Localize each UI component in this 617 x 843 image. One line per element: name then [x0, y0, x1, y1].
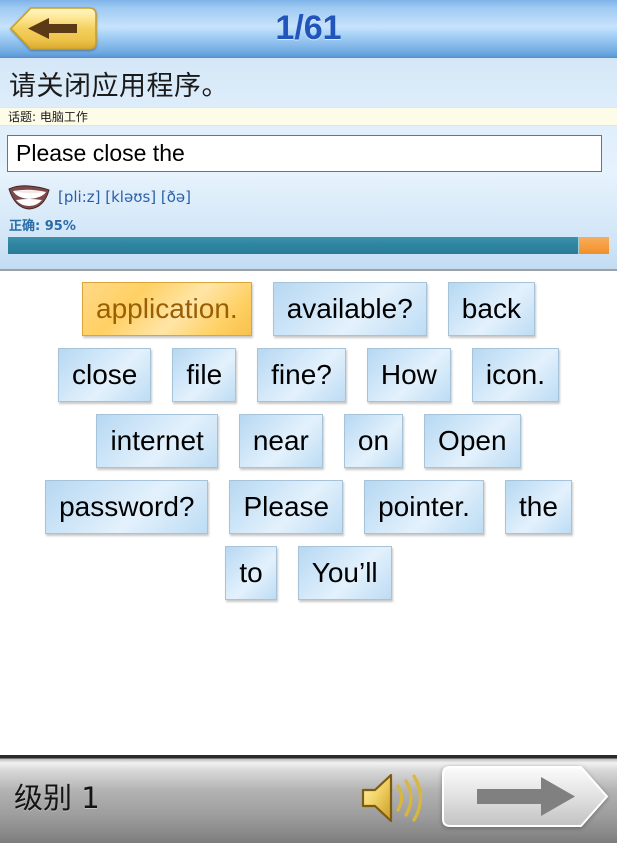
word-row: to You’ll — [0, 546, 617, 600]
word-row: application. available? back — [0, 282, 617, 336]
word-tile-label: application. — [96, 293, 238, 324]
accuracy-progress-bar — [8, 237, 609, 254]
word-tile[interactable]: file — [172, 348, 237, 402]
word-row: password? Please pointer. the — [0, 480, 617, 534]
word-tile[interactable]: Open — [424, 414, 521, 468]
word-tile[interactable]: close — [57, 348, 152, 402]
word-tile-label: icon. — [485, 359, 546, 390]
speaker-icon — [361, 773, 423, 823]
accuracy-progress-fill — [8, 237, 579, 254]
topic-bar: 话题: 电脑工作 — [0, 107, 617, 126]
word-tile-label: Open — [438, 425, 507, 456]
topic-label: 话题: 电脑工作 — [8, 110, 88, 124]
pronunciation-row: [pli:z] [kləʊs] [ðə] — [8, 183, 191, 211]
word-tile-label: to — [239, 557, 263, 588]
word-tile[interactable]: fine? — [257, 348, 346, 402]
word-tile-label: fine? — [271, 359, 332, 390]
ipa-transcription: [pli:z] [kləʊs] [ðə] — [58, 188, 192, 206]
word-row: close file fine? How icon. — [0, 348, 617, 402]
speaker-button[interactable] — [360, 770, 428, 826]
answer-value: Please close the — [16, 140, 185, 166]
word-tile-label: the — [518, 491, 558, 522]
answer-input[interactable]: Please close the — [7, 135, 602, 172]
word-tile[interactable]: to — [225, 546, 277, 600]
word-tile-label: You’ll — [311, 557, 378, 588]
arrow-right-icon — [442, 766, 609, 827]
mouth-icon-glyph — [8, 185, 50, 210]
mouth-icon[interactable] — [8, 184, 50, 210]
word-tile[interactable]: the — [504, 480, 572, 534]
prompt-chinese: 请关闭应用程序。 — [9, 71, 229, 102]
word-tile[interactable]: internet — [96, 414, 218, 468]
word-tile-label: password? — [59, 491, 195, 522]
next-button[interactable] — [441, 765, 609, 828]
word-tile[interactable]: near — [238, 414, 323, 468]
word-tile[interactable]: application. — [82, 282, 252, 336]
word-tile-label: back — [461, 293, 521, 324]
word-tile-label: Please — [243, 491, 330, 522]
word-tile[interactable]: How — [366, 348, 451, 402]
word-tile[interactable]: back — [447, 282, 535, 336]
app-root: 1/61 请关闭应用程序。 话题: 电脑工作 Please close the … — [0, 0, 617, 843]
footer-bar: 级别 1 — [0, 755, 617, 843]
word-bank: application. available? back close file fine?… — [0, 271, 617, 755]
word-tile[interactable]: on — [343, 414, 404, 468]
word-tile-label: near — [252, 425, 309, 456]
word-row: internet near on Open — [0, 414, 617, 468]
header-bar: 1/61 — [0, 0, 617, 58]
word-tile-label: How — [380, 359, 437, 390]
word-tile[interactable]: Please — [229, 480, 344, 534]
word-tile[interactable]: available? — [272, 282, 427, 336]
word-tile[interactable]: You’ll — [297, 546, 392, 600]
word-tile[interactable]: password? — [45, 480, 209, 534]
accuracy-progress-remainder — [578, 237, 609, 254]
word-tile-label: internet — [110, 425, 204, 456]
word-tile-label: file — [186, 359, 223, 390]
word-tile[interactable]: icon. — [471, 348, 560, 402]
accuracy-label: 正确: 95% — [9, 219, 76, 234]
word-tile-label: available? — [286, 293, 413, 324]
word-tile-label: pointer. — [378, 491, 470, 522]
level-label: 级别 1 — [14, 781, 100, 815]
word-tile-label: close — [71, 359, 138, 390]
word-tile[interactable]: pointer. — [364, 480, 484, 534]
page-title: 1/61 — [275, 9, 342, 47]
question-panel: 请关闭应用程序。 话题: 电脑工作 Please close the [pli:… — [0, 58, 617, 271]
word-tile-label: on — [357, 425, 390, 456]
